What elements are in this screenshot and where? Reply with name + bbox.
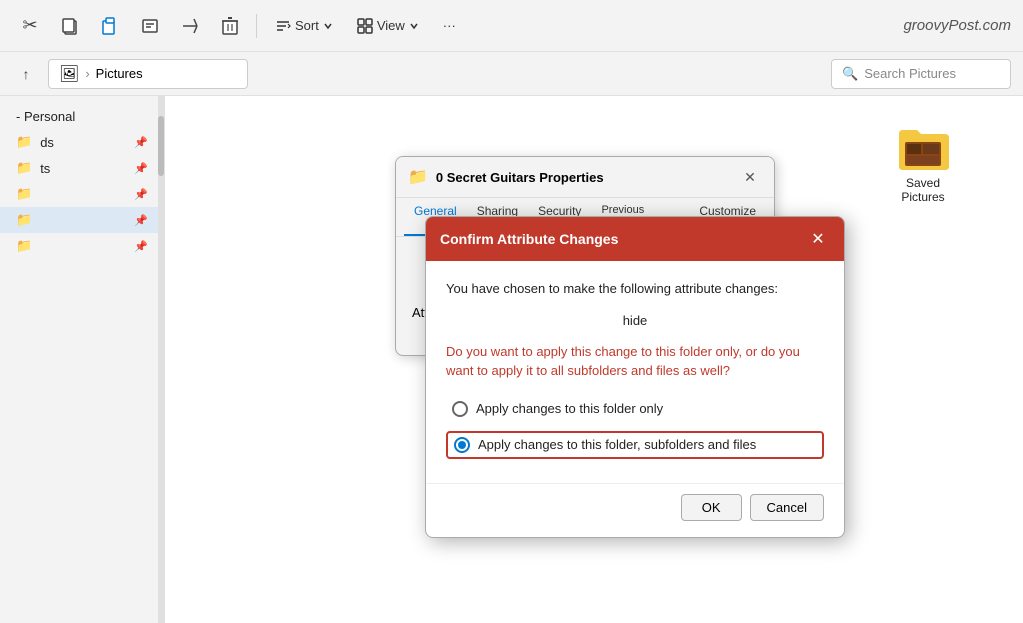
radio-all-indicator — [454, 437, 470, 453]
breadcrumb-separator: › — [85, 66, 89, 81]
confirm-close-button[interactable]: ✕ — [806, 227, 830, 251]
confirm-message: You have chosen to make the following at… — [446, 279, 824, 299]
sidebar-item-ts[interactable]: 📁 ts 📌 — [0, 155, 164, 181]
folder-grid: Saved Pictures — [165, 96, 1023, 120]
properties-title-icon: 📁 — [408, 167, 428, 187]
sidebar-folder-icon: 📁 — [16, 134, 32, 150]
sidebar-pin-icon-3: 📌 — [134, 188, 148, 201]
view-chevron-icon — [409, 21, 419, 31]
sidebar-ts-label: ts — [40, 161, 50, 176]
confirm-titlebar: Confirm Attribute Changes ✕ — [426, 217, 844, 261]
search-placeholder: Search Pictures — [864, 66, 956, 81]
toolbar-separator — [256, 14, 257, 38]
delete-icon[interactable] — [212, 8, 248, 44]
ok-button[interactable]: OK — [681, 494, 742, 521]
confirm-attribute: hide — [446, 313, 824, 328]
cancel-button[interactable]: Cancel — [750, 494, 824, 521]
radio-folder-only-indicator — [452, 401, 468, 417]
sidebar-ds-label: ds — [40, 135, 54, 150]
sidebar-folder-icon-3: 📁 — [16, 186, 32, 202]
sidebar-folder-icon-5: 📁 — [16, 238, 32, 254]
view-button[interactable]: View — [347, 14, 429, 38]
radio-option-all[interactable]: Apply changes to this folder, subfolders… — [446, 431, 824, 459]
main-area: - Personal 📁 ds 📌 📁 ts 📌 📁 📌 📁 📌 📁 📌 — [0, 96, 1023, 623]
folder-saved-pictures-label: Saved Pictures — [891, 176, 955, 204]
search-icon: 🔍 — [842, 66, 858, 82]
sidebar: - Personal 📁 ds 📌 📁 ts 📌 📁 📌 📁 📌 📁 📌 — [0, 96, 165, 623]
sidebar-pin-icon-4: 📌 — [134, 214, 148, 227]
sidebar-item-5[interactable]: 📁 📌 — [0, 233, 164, 259]
sidebar-personal-label: - Personal — [16, 109, 75, 124]
sidebar-item-3[interactable]: 📁 📌 — [0, 181, 164, 207]
sort-label: Sort — [295, 18, 319, 33]
properties-titlebar: 📁 0 Secret Guitars Properties ✕ — [396, 157, 774, 198]
list-item[interactable]: Saved Pictures — [883, 116, 963, 212]
view-icon — [357, 18, 373, 34]
sidebar-item-4[interactable]: 📁 📌 — [0, 207, 164, 233]
sidebar-scrollbar[interactable] — [158, 96, 164, 623]
cut-icon[interactable]: ✂ — [12, 8, 48, 44]
sort-chevron-icon — [323, 21, 333, 31]
content-area: Saved Pictures 📁 0 Secret Guitars Proper… — [165, 96, 1023, 623]
sort-button[interactable]: Sort — [265, 14, 343, 38]
confirm-dialog: Confirm Attribute Changes ✕ You have cho… — [425, 216, 845, 538]
sidebar-ts-pin-icon: 📌 — [134, 162, 148, 175]
sidebar-item-personal[interactable]: - Personal — [0, 104, 164, 129]
sidebar-ds-pin-icon: 📌 — [134, 136, 148, 149]
addressbar: ↑ 🖼 › Pictures 🔍 Search Pictures — [0, 52, 1023, 96]
sidebar-folder-icon-2: 📁 — [16, 160, 32, 176]
breadcrumb-current: Pictures — [96, 66, 143, 81]
radio-all-label: Apply changes to this folder, subfolders… — [478, 437, 756, 452]
sidebar-scrollbar-thumb — [158, 116, 164, 176]
view-label: View — [377, 18, 405, 33]
sidebar-folder-icon-4: 📁 — [16, 212, 32, 228]
radio-folder-only-label: Apply changes to this folder only — [476, 401, 663, 416]
properties-title: 0 Secret Guitars Properties — [436, 170, 730, 185]
sidebar-pin-icon-5: 📌 — [134, 240, 148, 253]
toolbar: ✂ — [0, 0, 1023, 52]
confirm-question: Do you want to apply this change to this… — [446, 342, 824, 381]
more-button[interactable]: ··· — [433, 14, 466, 37]
nav-up-button[interactable]: ↑ — [12, 60, 40, 88]
confirm-buttons: OK Cancel — [426, 483, 844, 537]
breadcrumb[interactable]: 🖼 › Pictures — [48, 59, 248, 89]
sidebar-item-ds[interactable]: 📁 ds 📌 — [0, 129, 164, 155]
search-box[interactable]: 🔍 Search Pictures — [831, 59, 1011, 89]
breadcrumb-folder-icon: 🖼 — [59, 64, 79, 84]
radio-option-folder-only[interactable]: Apply changes to this folder only — [446, 397, 824, 421]
paste-icon[interactable] — [92, 8, 128, 44]
confirm-title: Confirm Attribute Changes — [440, 231, 798, 247]
folder-icon — [895, 124, 951, 172]
brand-text: groovyPost.com — [903, 17, 1011, 34]
share-icon[interactable] — [172, 8, 208, 44]
confirm-body: You have chosen to make the following at… — [426, 261, 844, 483]
copy-icon[interactable] — [52, 8, 88, 44]
properties-close-button[interactable]: ✕ — [738, 165, 762, 189]
rename-icon[interactable] — [132, 8, 168, 44]
more-label: ··· — [443, 18, 456, 33]
